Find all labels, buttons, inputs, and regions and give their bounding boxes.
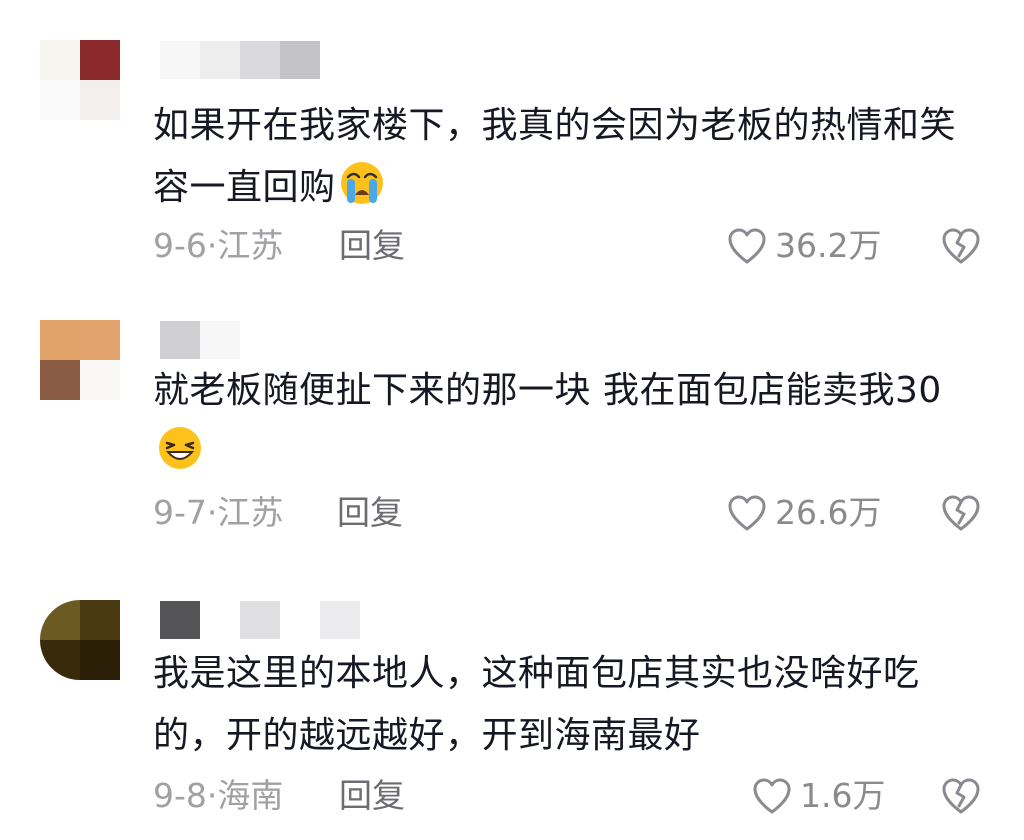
like-button[interactable]: 26.6万 [727,491,881,535]
comment-text-line: 的，开的越远越好，开到海南最好 [153,715,701,756]
comment-text: 如果开在我家楼下，我真的会因为老板的热情和笑 容一直回购 [153,95,993,219]
reply-button[interactable]: 回复 [339,774,405,818]
like-button[interactable]: 1.6万 [752,774,885,818]
like-count: 26.6万 [775,493,882,532]
reply-button[interactable]: 回复 [339,224,405,268]
comment-location: 江苏 [217,493,284,532]
avatar[interactable] [40,40,120,120]
comment-text-line: 就老板随便扯下来的那一块 我在面包店能卖我30 [153,370,942,411]
comment-location: 江苏 [217,226,284,265]
comment-meta: 9-8·海南 [153,776,284,815]
heart-outline-icon [728,495,766,531]
avatar[interactable] [40,320,120,400]
comment-text-line: 我是这里的本地人，这种面包店其实也没啥好吃 [153,653,920,694]
like-count: 1.6万 [800,776,886,815]
comment-text-line: 如果开在我家楼下，我真的会因为老板的热情和笑 [153,105,957,146]
reply-button[interactable]: 回复 [337,491,403,535]
loudly-crying-face-icon [340,162,383,204]
comment-date: 9-6 [153,226,207,265]
username-blurred[interactable] [160,41,360,79]
comment-meta: 9-7·江苏 [153,493,284,532]
heart-outline-icon [753,778,791,814]
username-blurred[interactable] [160,321,360,359]
comment-text: 我是这里的本地人，这种面包店其实也没啥好吃 的，开的越远越好，开到海南最好 [153,643,993,767]
comment-item: 我是这里的本地人，这种面包店其实也没啥好吃 的，开的越远越好，开到海南最好 9-… [0,560,1024,840]
comment-date: 9-7 [153,493,207,532]
comment-text-line: 容一直回购 [153,157,993,219]
comment-item: 如果开在我家楼下，我真的会因为老板的热情和笑 容一直回购 9-6·江苏 回复 3… [0,0,1024,280]
broken-heart-icon[interactable] [940,493,982,533]
grinning-squinting-face-icon [159,427,201,469]
username-blurred[interactable] [160,601,360,639]
comment-text-line [153,422,993,484]
broken-heart-icon[interactable] [940,226,982,266]
comment-item: 就老板随便扯下来的那一块 我在面包店能卖我30 9-7·江苏 回复 26.6万 [0,280,1024,560]
comment-location: 海南 [217,776,284,815]
comment-meta: 9-6·江苏 [153,226,284,265]
heart-outline-icon [728,228,766,264]
comment-date: 9-8 [153,776,207,815]
avatar[interactable] [40,600,120,680]
broken-heart-icon[interactable] [940,776,982,816]
comment-text: 就老板随便扯下来的那一块 我在面包店能卖我30 [153,360,993,484]
like-count: 36.2万 [775,226,882,265]
like-button[interactable]: 36.2万 [727,224,881,268]
